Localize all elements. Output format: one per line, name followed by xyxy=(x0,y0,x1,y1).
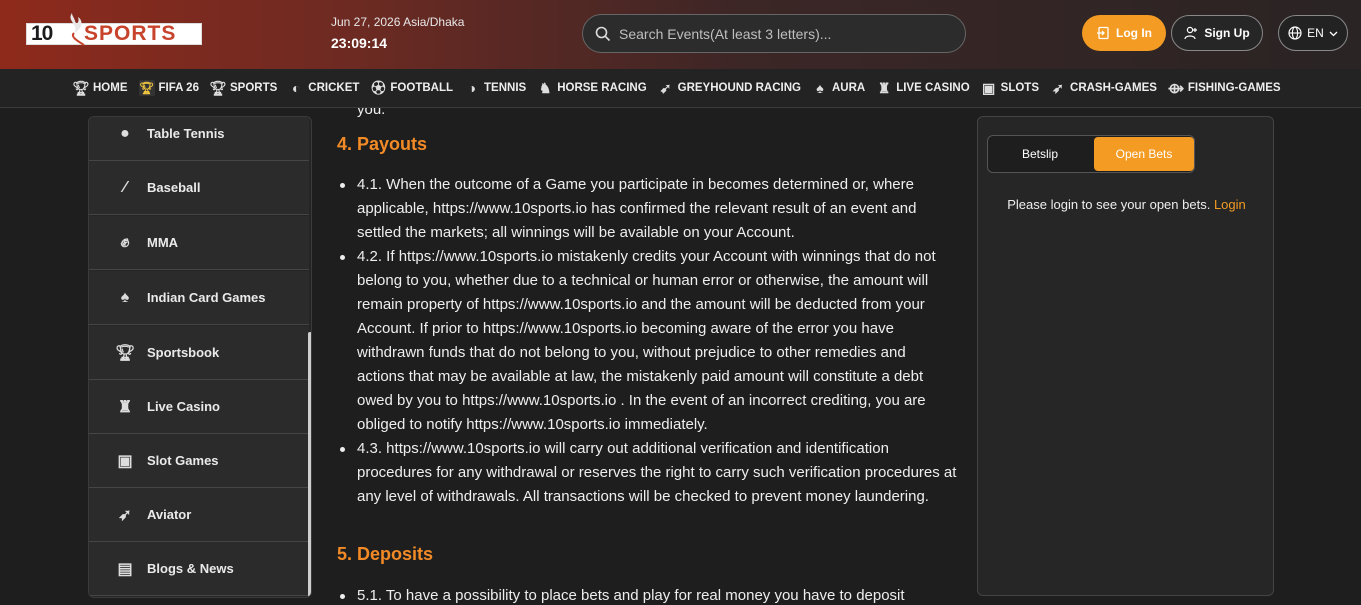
language-label: EN xyxy=(1307,26,1324,40)
dealer-icon: ♜ xyxy=(117,398,133,416)
sidebar-item-indian-card-games[interactable]: ♠ Indian Card Games xyxy=(89,271,309,325)
nav-item-greyhound-racing[interactable]: ➹ GREYHOUND RACING xyxy=(658,80,801,96)
main-nav: 🏆︎ HOME 🏆︎ FIFA 26 🏆︎ SPORTS ◐ CRICKET ⚽︎ FOO… xyxy=(0,69,1361,108)
search-input[interactable] xyxy=(619,23,949,45)
search-box[interactable] xyxy=(582,14,966,53)
datetime: Jun 27, 2026 Asia/Dhaka 23:09:14 xyxy=(331,15,464,51)
time-text: 23:09:14 xyxy=(331,35,388,51)
logo-word: SPORTS xyxy=(84,22,177,45)
nav-item-cricket[interactable]: ◐ CRICKET xyxy=(288,80,359,96)
nav-item-live-casino[interactable]: ♜ LIVE CASINO xyxy=(876,79,970,96)
login-prompt: Please login to see your open bets. Logi… xyxy=(978,197,1275,212)
fish-icon: ⟴ xyxy=(1167,79,1185,96)
dealer-icon: ♜ xyxy=(877,79,891,96)
baseball-bat-icon: ∕ xyxy=(123,178,127,196)
sidebar: ● Table Tennis ∕ Baseball ✊︎ MMA ♠ Indian Ca… xyxy=(88,116,312,598)
logo-number: 10 xyxy=(31,22,53,45)
sidebar-item-live-casino[interactable]: ♜ Live Casino xyxy=(89,380,309,434)
spade-icon: ♠ xyxy=(120,288,130,306)
table-tennis-icon: ● xyxy=(120,124,130,142)
payouts-list: 4.1. When the outcome of a Game you part… xyxy=(340,173,957,509)
nav-item-fishing-games[interactable]: ⟴ FISHING-GAMES xyxy=(1168,80,1281,96)
nav-item-fifa[interactable]: 🏆︎ FIFA 26 xyxy=(138,80,199,96)
sidebar-item-slot-games[interactable]: ▣ Slot Games xyxy=(89,434,309,488)
slots-icon: ▣ xyxy=(982,79,996,96)
sidebar-scrollbar[interactable] xyxy=(308,332,311,597)
sidebar-item-blogs-news[interactable]: ▤ Blogs & News xyxy=(89,542,309,596)
list-item: 4.1. When the outcome of a Game you part… xyxy=(340,173,957,245)
terms-content: you. 4. Payouts 4.1. When the outcome of… xyxy=(320,108,960,605)
trophy-icon: 🏆︎ xyxy=(72,79,90,96)
nav-item-aura[interactable]: ♠ AURA xyxy=(812,80,865,96)
date-text: Jun 27, 2026 Asia/Dhaka xyxy=(331,15,465,29)
bet-panel: Betslip Open Bets Please login to see yo… xyxy=(977,116,1274,596)
language-selector[interactable]: EN xyxy=(1278,15,1348,51)
greyhound-icon: ➹ xyxy=(659,79,672,96)
sidebar-item-aviator[interactable]: ➶ Aviator xyxy=(89,488,309,542)
horse-icon: ♞ xyxy=(538,79,552,96)
nav-item-sports[interactable]: 🏆︎ SPORTS xyxy=(209,79,277,96)
sidebar-item-table-tennis[interactable]: ● Table Tennis xyxy=(89,117,309,161)
login-link[interactable]: Login xyxy=(1214,197,1246,212)
sidebar-item-baseball[interactable]: ∕ Baseball xyxy=(89,161,309,215)
sidebar-item-mma[interactable]: ✊︎ MMA xyxy=(89,216,309,270)
site-logo[interactable]: 10 SPORTS xyxy=(26,11,204,51)
tennis-icon: ◑ xyxy=(467,80,477,96)
cricket-icon: ◐ xyxy=(292,80,301,96)
nav-item-football[interactable]: ⚽︎ FOOTBALL xyxy=(370,80,453,96)
nav-item-horse-racing[interactable]: ♞ HORSE RACING xyxy=(537,79,647,96)
section-title-deposits: 5. Deposits xyxy=(337,544,434,564)
header: 10 SPORTS Jun 27, 2026 Asia/Dhaka 23:09:… xyxy=(0,0,1361,69)
tab-betslip[interactable]: Betslip xyxy=(988,137,1092,171)
bet-tabs: Betslip Open Bets xyxy=(987,135,1195,173)
nav-item-slots[interactable]: ▣ SLOTS xyxy=(981,80,1039,96)
text-fragment: you. xyxy=(357,108,386,118)
spade-icon: ♠ xyxy=(816,80,824,96)
list-item: 4.3. https://www.10sports.io will carry … xyxy=(340,437,957,509)
nav-item-home[interactable]: 🏆︎ HOME xyxy=(72,79,127,96)
login-prompt-text: Please login to see your open bets. xyxy=(1007,197,1211,212)
trophy-icon: 🏆︎ xyxy=(114,344,136,362)
document-icon: ▤ xyxy=(117,560,133,578)
sidebar-item-sportsbook[interactable]: 🏆︎ Sportsbook xyxy=(89,326,309,380)
nav-item-crash-games[interactable]: ➶ CRASH-GAMES xyxy=(1050,80,1157,96)
login-button[interactable]: Log In xyxy=(1082,15,1166,51)
signup-label: Sign Up xyxy=(1204,26,1250,40)
search-icon xyxy=(595,26,611,42)
section-title-payouts: 4. Payouts xyxy=(337,134,428,154)
fifa-icon: 🏆︎ xyxy=(138,80,155,96)
deposits-list: 5.1. To have a possibility to place bets… xyxy=(340,584,957,605)
trophy-icon: 🏆︎ xyxy=(209,79,227,96)
login-label: Log In xyxy=(1116,26,1152,40)
login-icon xyxy=(1097,26,1109,40)
add-user-icon xyxy=(1184,26,1198,40)
tab-open-bets[interactable]: Open Bets xyxy=(1094,137,1194,171)
signup-button[interactable]: Sign Up xyxy=(1171,15,1263,51)
glove-icon: ✊︎ xyxy=(120,233,130,251)
rocket-icon: ➶ xyxy=(118,506,132,524)
chevron-down-icon xyxy=(1329,31,1338,36)
nav-item-tennis[interactable]: ◑ TENNIS xyxy=(464,80,526,96)
list-item: 5.1. To have a possibility to place bets… xyxy=(340,584,957,605)
list-item: 4.2. If https://www.10sports.io mistaken… xyxy=(340,245,957,437)
rocket-icon: ➶ xyxy=(1052,79,1064,96)
slots-icon: ▣ xyxy=(117,452,133,470)
football-icon: ⚽︎ xyxy=(371,80,386,96)
globe-icon xyxy=(1288,26,1302,40)
